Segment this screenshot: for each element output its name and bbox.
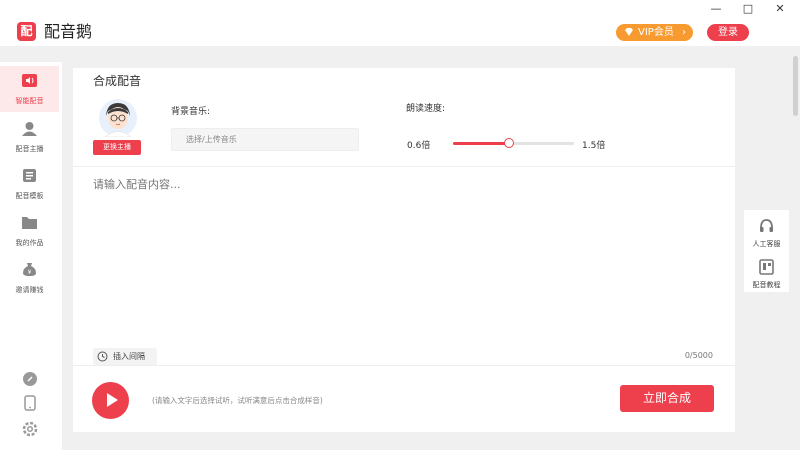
sidebar-item-templates[interactable]: 配音模板 [0, 161, 59, 207]
insert-pause-button[interactable]: 插入间隔 [93, 348, 157, 365]
folder-icon [22, 217, 37, 229]
sidebar-item-label: 邀请赚钱 [15, 286, 44, 294]
vip-button[interactable]: VIP会员 › [616, 24, 693, 41]
preview-hint: (请输入文字后选择试听，试听满意后点击合成样音) [152, 396, 323, 405]
sidebar-item-invite[interactable]: ¥ 邀请赚钱 [0, 255, 59, 301]
sidebar-item-label: 我的作品 [15, 239, 44, 247]
dubbing-text-input[interactable] [93, 176, 713, 340]
help-float-panel: 人工客服 配音教程 [744, 210, 789, 292]
login-button[interactable]: 登录 [707, 24, 749, 41]
vip-label: VIP会员 [638, 27, 674, 38]
maximize-button[interactable]: □ [741, 2, 755, 16]
synthesize-button[interactable]: 立即合成 [620, 385, 714, 412]
headset-icon [760, 219, 773, 232]
person-icon [22, 122, 37, 136]
money-bag-icon: ¥ [23, 263, 36, 276]
app-logo: 配 [17, 22, 36, 41]
char-counter: 0/5000 [684, 351, 713, 360]
scrollbar[interactable] [791, 46, 800, 450]
sidebar-item-label: 配音模板 [15, 192, 44, 200]
speaker-icon [22, 74, 37, 87]
page-title: 合成配音 [93, 74, 142, 88]
speed-min-label: 0.6倍 [407, 141, 431, 151]
diamond-icon [625, 28, 633, 36]
sidebar: 智能配音 配音主播 配音模板 我的作品 ¥ 邀请赚钱 [0, 62, 62, 450]
synthesis-card: 合成配音 更换主播 背景音乐: 选择/上传音乐 朗读速度: 0.6倍 1.5倍 … [73, 68, 735, 432]
bgm-select-input[interactable]: 选择/上传音乐 [171, 128, 359, 151]
speed-slider[interactable] [453, 138, 574, 148]
play-icon [107, 393, 118, 407]
speed-slider-thumb[interactable] [503, 138, 514, 148]
scrollbar-thumb[interactable] [793, 56, 798, 116]
sidebar-item-label: 配音主播 [15, 145, 44, 153]
change-anchor-button[interactable]: 更换主播 [93, 140, 141, 155]
play-preview-button[interactable] [92, 382, 129, 419]
tutorial-button[interactable]: 配音教程 [744, 253, 789, 293]
speed-max-label: 1.5倍 [582, 141, 606, 151]
template-icon [23, 169, 36, 182]
anchor-avatar [99, 99, 137, 137]
link-icon[interactable] [22, 371, 38, 387]
phone-icon[interactable] [22, 395, 38, 411]
speed-label: 朗读速度: [406, 104, 446, 114]
chevron-right-icon: › [682, 27, 686, 38]
settings-icon[interactable] [22, 421, 38, 437]
sidebar-item-smart-dubbing[interactable]: 智能配音 [0, 66, 59, 112]
insert-pause-label: 插入间隔 [113, 352, 145, 361]
clock-icon [97, 351, 108, 362]
svg-text:¥: ¥ [28, 269, 32, 276]
title-bar: 配 配音鹅 VIP会员 › 登录 — □ ✕ [0, 0, 800, 46]
sidebar-item-anchors[interactable]: 配音主播 [0, 114, 59, 160]
float-item-label: 人工客服 [752, 240, 781, 248]
float-item-label: 配音教程 [752, 281, 781, 289]
bgm-label: 背景音乐: [171, 107, 211, 117]
customer-service-button[interactable]: 人工客服 [744, 212, 789, 252]
divider [73, 365, 735, 366]
app-name: 配音鹅 [44, 22, 93, 41]
speed-slider-fill [453, 142, 509, 145]
book-icon [759, 259, 774, 275]
divider [73, 166, 735, 167]
sidebar-item-my-works[interactable]: 我的作品 [0, 208, 59, 254]
sidebar-item-label: 智能配音 [15, 97, 44, 105]
close-button[interactable]: ✕ [773, 2, 787, 16]
minimize-button[interactable]: — [709, 2, 723, 16]
